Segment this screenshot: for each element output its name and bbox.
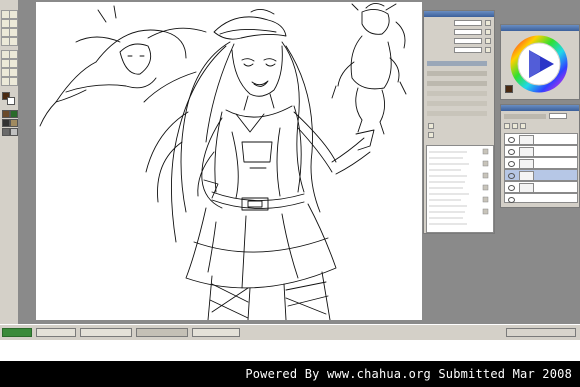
size-stepper-button[interactable] [485,20,491,26]
option-checkbox[interactable] [428,132,434,138]
credit-text: Powered By www.chahua.org Submitted Mar … [245,367,572,381]
credit-bar: Powered By www.chahua.org Submitted Mar … [0,361,580,387]
delete-layer-button[interactable] [520,123,526,129]
color-preset-swatch[interactable] [10,110,18,118]
color-preset-swatch[interactable] [2,119,10,127]
layer-row[interactable] [504,157,578,169]
color-wheel-panel [500,24,580,100]
smudge-tool-icon[interactable] [9,77,18,86]
blend-mode-dropdown[interactable] [504,114,546,119]
panel-titlebar [501,105,579,111]
taskbar-app-button[interactable] [80,328,132,337]
tool-settings-panel [423,10,495,234]
brush-icon[interactable] [9,50,18,59]
hue-ring [510,35,568,93]
new-layer-button[interactable] [504,123,510,129]
layer-row[interactable] [504,193,578,203]
mode-dropdown[interactable] [427,71,487,76]
layer-opacity-field[interactable] [549,113,567,119]
eye-icon[interactable] [508,173,515,179]
layer-thumbnail [519,135,534,145]
texture-dropdown[interactable] [427,81,487,86]
page-footer-space [0,340,580,361]
panel-titlebar [501,25,579,31]
eye-icon[interactable] [508,137,515,143]
layer-thumbnail [519,159,534,169]
layers-panel [500,104,580,208]
eye-icon[interactable] [508,197,515,203]
tool-palette [0,0,36,324]
eye-icon[interactable] [508,161,515,167]
line-art-drawing [39,3,407,320]
system-tray [506,328,576,337]
panel-titlebar [424,11,494,17]
color-preset-swatch[interactable] [2,128,10,136]
dilution-slider[interactable] [427,111,487,116]
brush-list-rows [429,148,489,225]
hardness-stepper-button[interactable] [485,47,491,53]
layer-thumbnail [519,147,534,157]
blend-slider[interactable] [427,91,487,96]
quick-launch-area[interactable] [36,328,76,337]
layer-row[interactable] [504,181,578,193]
color-preset-swatch[interactable] [10,128,18,136]
layer-row[interactable] [504,145,578,157]
current-color-swatch[interactable] [505,85,513,93]
gradient-tool-icon[interactable] [9,68,18,77]
taskbar [0,324,580,340]
option-checkbox[interactable] [428,123,434,129]
layer-row-selected[interactable] [504,169,578,181]
layer-row[interactable] [504,133,578,145]
new-folder-button[interactable] [512,123,518,129]
taskbar-app-button-active[interactable] [136,328,188,337]
background-color-swatch[interactable] [7,97,15,105]
layer-thumbnail [519,183,534,193]
stabilizer-slider[interactable] [427,101,487,106]
lasso-tool-icon[interactable] [9,28,18,37]
color-preset-swatch[interactable] [10,119,18,127]
hand-icon[interactable] [9,19,18,28]
taskbar-app-button[interactable] [192,328,240,337]
density-stepper-button[interactable] [485,38,491,44]
hardness-field[interactable] [454,47,482,53]
eraser-icon[interactable] [9,59,18,68]
canvas-margin [18,0,36,324]
eyedropper-tool-icon[interactable] [9,37,18,46]
opacity-stepper-button[interactable] [485,29,491,35]
layer-thumbnail [519,171,534,181]
opacity-field[interactable] [454,29,482,35]
brush-size-field[interactable] [454,20,482,26]
color-preset-swatch[interactable] [2,110,10,118]
drawing-canvas[interactable] [36,2,422,320]
color-wheel-icon[interactable] [510,35,568,93]
brush-list[interactable] [426,145,494,233]
density-field[interactable] [454,38,482,44]
eye-icon[interactable] [508,149,515,155]
start-button[interactable] [2,328,32,337]
pressure-slider[interactable] [427,61,487,66]
move-tool-icon[interactable] [9,10,18,19]
desktop [0,0,580,340]
eye-icon[interactable] [508,185,515,191]
